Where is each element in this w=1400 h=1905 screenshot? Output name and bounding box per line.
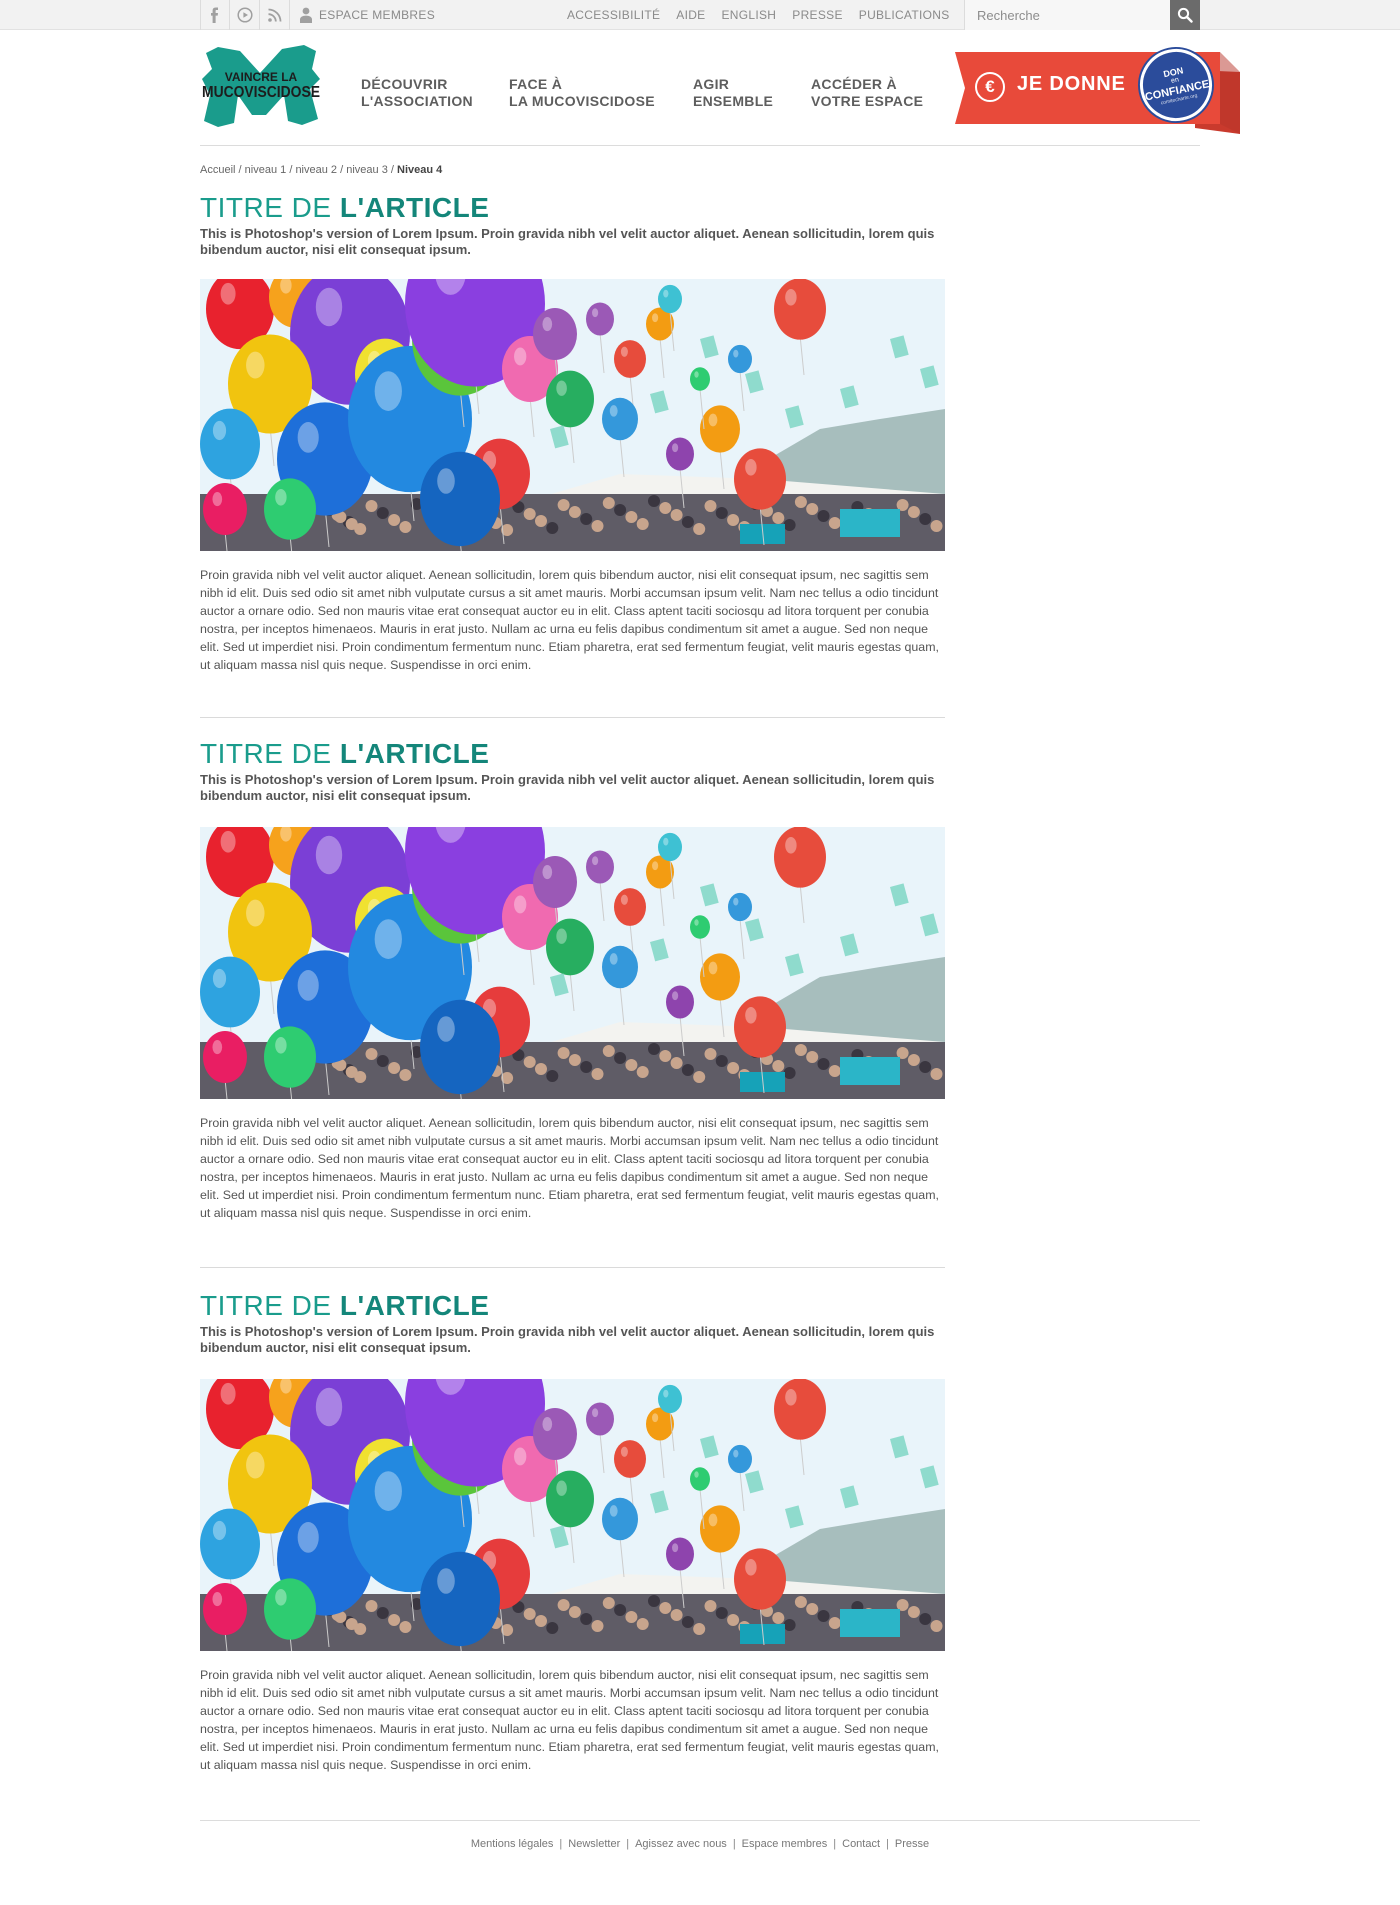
members-link[interactable]: ESPACE MEMBRES: [299, 0, 435, 30]
nav-item-agir[interactable]: AGIR ENSEMBLE: [693, 76, 773, 110]
article-body: Proin gravida nibh vel velit auctor aliq…: [200, 1116, 939, 1220]
footer-link-mentions[interactable]: Mentions légales: [471, 1838, 554, 1850]
breadcrumb: Accueil / niveau 1 / niveau 2 / niveau 3…: [200, 164, 443, 176]
footer-link-contact[interactable]: Contact: [842, 1838, 880, 1850]
donate-label: JE DONNE: [1017, 73, 1126, 95]
article-photo[interactable]: [200, 279, 945, 551]
search-icon: [1177, 7, 1193, 23]
breadcrumb-item[interactable]: Accueil: [200, 164, 235, 176]
footer-divider: [200, 1820, 1200, 1821]
balloons-image: [200, 1379, 945, 1651]
article: TITRE DE L'ARTICLE This is Photoshop's v…: [200, 191, 945, 731]
article-photo[interactable]: [200, 827, 945, 1099]
logo-line2: MUCOVISCIDOSE: [202, 84, 320, 101]
article-body: Proin gravida nibh vel velit auctor aliq…: [200, 568, 939, 672]
utility-links: ACCESSIBILITÉ AIDE ENGLISH PRESSE PUBLIC…: [567, 0, 950, 30]
article-body: Proin gravida nibh vel velit auctor aliq…: [200, 1668, 939, 1772]
nav-item-association[interactable]: DÉCOUVRIR L'ASSOCIATION: [361, 76, 473, 110]
balloons-image: [200, 279, 945, 551]
footer-link-presse[interactable]: Presse: [895, 1838, 929, 1850]
members-label: ESPACE MEMBRES: [319, 8, 436, 22]
donate-button[interactable]: € JE DONNE DON en CONFIANCE comitecharte…: [955, 42, 1240, 136]
facebook-icon[interactable]: [200, 0, 230, 30]
article-divider: [200, 717, 945, 718]
search-box: [964, 0, 1200, 30]
footer-link-newsletter[interactable]: Newsletter: [568, 1838, 620, 1850]
user-icon: [300, 7, 312, 23]
header-divider: [200, 145, 1200, 146]
euro-icon: €: [975, 72, 1005, 102]
article: TITRE DE L'ARTICLE This is Photoshop's v…: [200, 1289, 945, 1809]
article-title[interactable]: TITRE DE L'ARTICLE: [200, 1289, 945, 1323]
footer: Mentions légales | Newsletter | Agissez avec…: [470, 1838, 930, 1850]
balloons-image: [200, 827, 945, 1099]
link-accessibilite[interactable]: ACCESSIBILITÉ: [567, 8, 660, 22]
article: TITRE DE L'ARTICLE This is Photoshop's v…: [200, 737, 945, 1277]
youtube-icon[interactable]: [230, 0, 260, 30]
breadcrumb-item[interactable]: niveau 1: [245, 164, 287, 176]
site-logo[interactable]: VAINCRE LA MUCOVISCIDOSE: [200, 45, 322, 127]
footer-link-espace-membres[interactable]: Espace membres: [742, 1838, 828, 1850]
article-photo[interactable]: [200, 1379, 945, 1651]
article-divider: [200, 1267, 945, 1268]
footer-link-agissez[interactable]: Agissez avec nous: [635, 1838, 727, 1850]
breadcrumb-item[interactable]: niveau 3: [346, 164, 388, 176]
article-title[interactable]: TITRE DE L'ARTICLE: [200, 737, 945, 771]
nav-item-mucoviscidose[interactable]: FACE À LA MUCOVISCIDOSE: [509, 76, 655, 110]
nav-item-espace[interactable]: ACCÉDER À VOTRE ESPACE: [811, 76, 923, 110]
breadcrumb-item[interactable]: niveau 2: [295, 164, 337, 176]
rss-icon[interactable]: [260, 0, 290, 30]
article-lead: This is Photoshop's version of Lorem Ips…: [200, 1324, 935, 1355]
article-lead: This is Photoshop's version of Lorem Ips…: [200, 772, 935, 803]
article-title[interactable]: TITRE DE L'ARTICLE: [200, 191, 945, 225]
link-english[interactable]: ENGLISH: [721, 8, 776, 22]
link-publications[interactable]: PUBLICATIONS: [859, 8, 950, 22]
search-input[interactable]: [965, 0, 1171, 30]
logo-line1: VAINCRE LA: [225, 70, 298, 84]
link-presse[interactable]: PRESSE: [792, 8, 843, 22]
article-lead: This is Photoshop's version of Lorem Ips…: [200, 226, 935, 257]
utility-bar: ESPACE MEMBRES ACCESSIBILITÉ AIDE ENGLIS…: [0, 0, 1400, 30]
link-aide[interactable]: AIDE: [676, 8, 705, 22]
breadcrumb-current: Niveau 4: [397, 164, 443, 176]
search-button[interactable]: [1170, 0, 1200, 30]
